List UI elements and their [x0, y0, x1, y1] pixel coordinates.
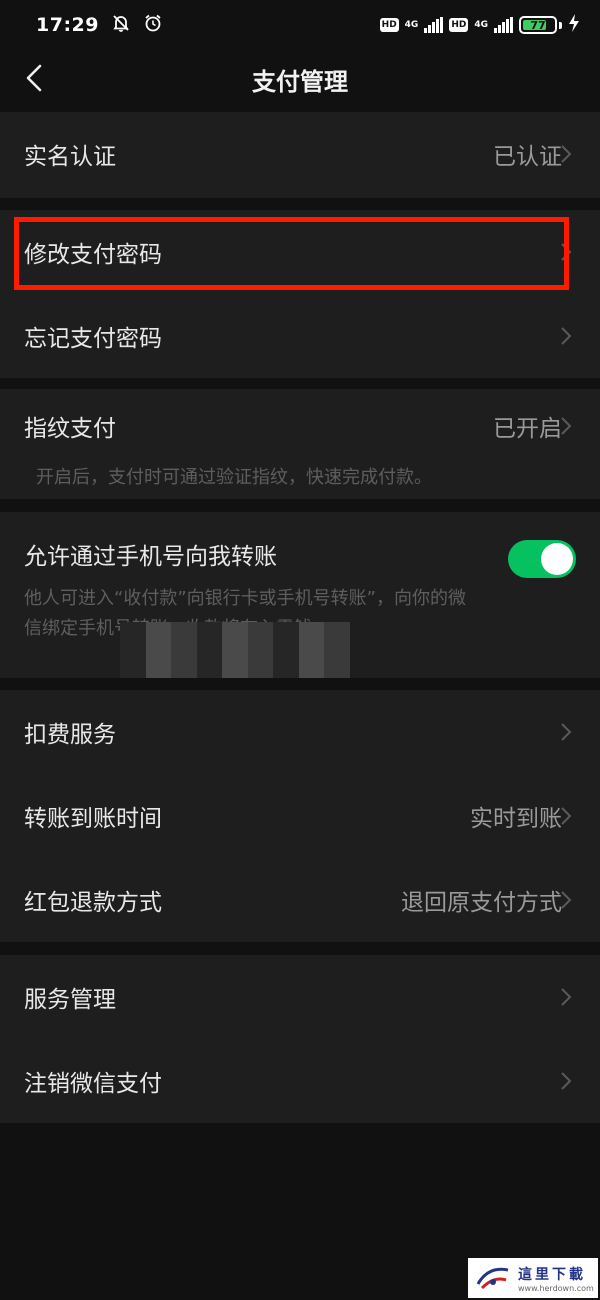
- notifications-muted-icon: [111, 13, 131, 38]
- row-fingerprint-pay[interactable]: 指纹支付 已开启: [0, 389, 600, 463]
- row-forgot-password[interactable]: 忘记支付密码: [0, 294, 600, 378]
- toggle-knob: [541, 543, 573, 575]
- watermark: 這里下載 www.herdown.com: [468, 1258, 598, 1298]
- battery-level: 77: [530, 18, 546, 32]
- row-label: 扣费服务: [24, 722, 116, 748]
- chevron-left-icon: [26, 64, 42, 92]
- hd-badge: HD: [379, 18, 399, 32]
- nav-bar: 支付管理: [0, 50, 600, 108]
- page-title: 支付管理: [252, 67, 348, 96]
- chevron-right-icon: [561, 145, 572, 163]
- row-real-name-auth[interactable]: 实名认证 已认证: [0, 112, 600, 196]
- battery-cap: [559, 21, 562, 29]
- row-cancel-wechat-pay[interactable]: 注销微信支付: [0, 1039, 600, 1123]
- status-bar: 17:29 HD 4G HD 4G 77: [0, 0, 600, 50]
- row-label: 服务管理: [24, 987, 116, 1013]
- back-button[interactable]: [14, 58, 54, 98]
- chevron-right-icon: [561, 891, 572, 909]
- row-label: 允许通过手机号向我转账: [24, 544, 277, 570]
- row-label: 转账到账时间: [24, 806, 162, 832]
- chevron-right-icon: [561, 1072, 572, 1090]
- group-fingerprint: 指纹支付 已开启 开启后，支付时可通过验证指纹，快速完成付款。: [0, 389, 600, 499]
- signal-icon-2: [494, 17, 513, 33]
- row-label: 忘记支付密码: [24, 326, 162, 352]
- group-management: 服务管理 注销微信支付: [0, 955, 600, 1123]
- watermark-url: www.herdown.com: [518, 1283, 594, 1293]
- hd-badge-2: HD: [449, 18, 469, 32]
- network-type-1: 4G: [404, 19, 419, 30]
- chevron-right-icon: [561, 327, 572, 345]
- watermark-text: 這里下載: [518, 1266, 586, 1283]
- row-value: 已开启: [493, 416, 562, 442]
- row-label: 实名认证: [24, 144, 116, 170]
- charging-icon: [568, 14, 580, 36]
- watermark-logo-icon: [476, 1267, 509, 1290]
- row-label: 注销微信支付: [24, 1071, 162, 1097]
- row-red-packet-refund[interactable]: 红包退款方式 退回原支付方式: [0, 858, 600, 942]
- row-transfer-arrival-time[interactable]: 转账到账时间 实时到账: [0, 774, 600, 858]
- allow-phone-transfer-toggle[interactable]: [508, 540, 576, 578]
- group-phone-transfer: 允许通过手机号向我转账 他人可进入“收付款”向银行卡或手机号转账”，向你的微 信…: [0, 512, 600, 678]
- row-value: 实时到账: [470, 806, 562, 832]
- battery-icon: 77: [519, 16, 557, 34]
- row-value: 退回原支付方式: [401, 890, 562, 916]
- highlight-annotation: [14, 217, 569, 290]
- row-service-management[interactable]: 服务管理: [0, 955, 600, 1039]
- row-description: 开启后，支付时可通过验证指纹，快速完成付款。: [36, 467, 432, 488]
- signal-icon: [424, 17, 444, 33]
- row-value: 已认证: [493, 144, 562, 170]
- group-real-name: 实名认证 已认证: [0, 112, 600, 198]
- chevron-right-icon: [561, 723, 572, 741]
- chevron-right-icon: [561, 988, 572, 1006]
- row-label: 红包退款方式: [24, 890, 162, 916]
- chevron-right-icon: [561, 807, 572, 825]
- privacy-mosaic: [120, 622, 350, 678]
- chevron-right-icon: [561, 417, 572, 435]
- group-services: 扣费服务 转账到账时间 实时到账 红包退款方式 退回原支付方式: [0, 690, 600, 942]
- row-label: 指纹支付: [24, 416, 116, 442]
- alarm-icon: [143, 13, 163, 38]
- status-time: 17:29: [36, 14, 99, 36]
- row-deduction-service[interactable]: 扣费服务: [0, 690, 600, 774]
- network-type-2: 4G: [474, 19, 488, 30]
